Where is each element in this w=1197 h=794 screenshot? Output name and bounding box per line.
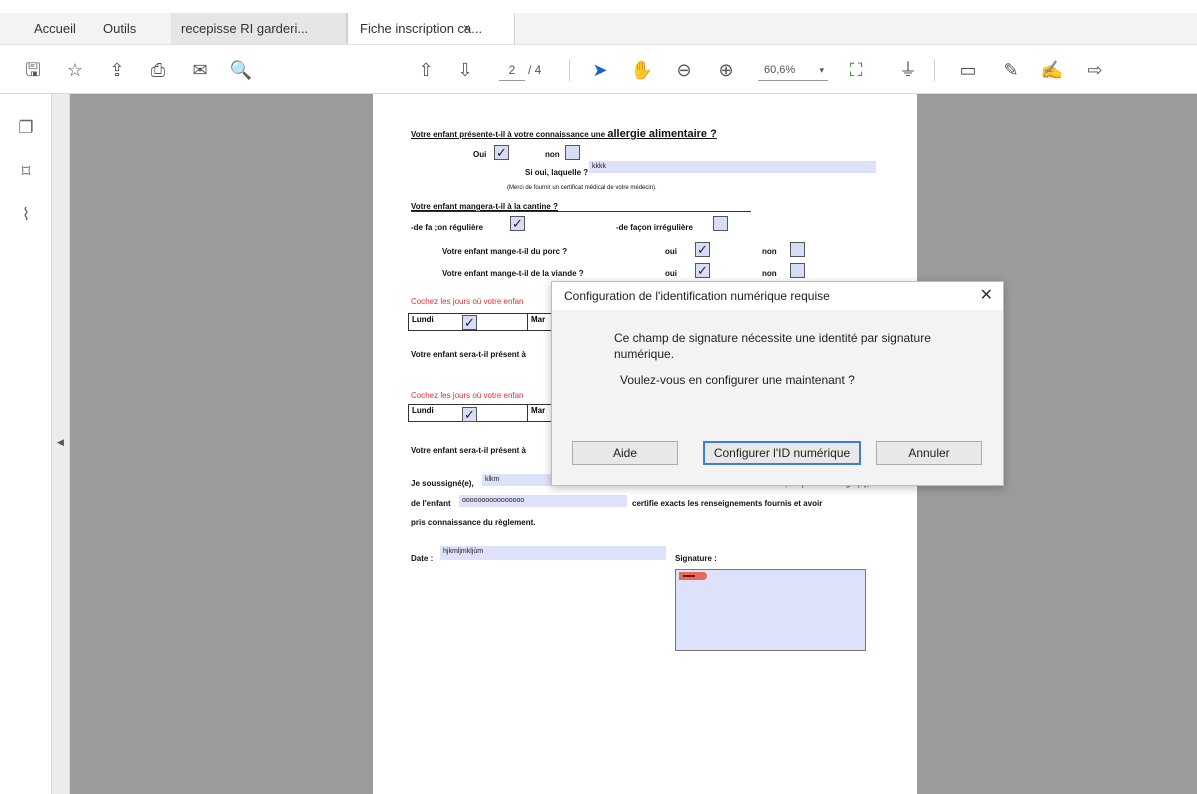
viande-question: Votre enfant mange-t-il de la viande ? <box>442 269 584 278</box>
toolbar: 🖫 ☆ ⇪ ⎙ ✉ 🔍 ⇧ ⇩ 2 / 4 ➤ ✋ ⊖ ⊕ 60,6% ▾ ⛶ … <box>0 44 1197 94</box>
tab-accueil[interactable]: Accueil <box>34 13 76 44</box>
sign-icon[interactable]: ✍ <box>1040 58 1064 82</box>
toolbar-divider <box>934 59 935 81</box>
lundi-checkbox-1[interactable]: ✓ <box>462 315 477 330</box>
cancel-button[interactable]: Annuler <box>876 441 982 465</box>
allergy-non-checkbox[interactable] <box>565 145 580 160</box>
tab-document-recepisse-label: recepisse RI garderi... <box>181 21 309 36</box>
left-navigation-rail: ❐ ⌑ ⌇ <box>0 94 52 794</box>
date-label: Date : <box>411 554 434 563</box>
day-label-lundi: Lundi <box>412 406 434 415</box>
save-icon[interactable]: 🖫 <box>21 58 45 82</box>
date-field[interactable]: hjkmljmkljùm <box>440 546 666 560</box>
viande-oui-label: oui <box>665 269 677 278</box>
measure-icon[interactable]: ⏚ <box>896 58 920 82</box>
signature-flag-icon <box>679 572 707 580</box>
configure-digital-id-button[interactable]: Configurer l'ID numérique <box>703 441 861 465</box>
allergy-oui-checkbox[interactable]: ✓ <box>494 145 509 160</box>
hand-tool-icon[interactable]: ✋ <box>630 58 654 82</box>
tab-document-fiche[interactable]: Fiche inscription ca... × <box>347 13 515 44</box>
zoom-out-icon[interactable]: ⊖ <box>672 58 696 82</box>
zoom-in-icon[interactable]: ⊕ <box>714 58 738 82</box>
irreguliere-checkbox[interactable] <box>713 216 728 231</box>
tab-document-recepisse[interactable]: recepisse RI garderi... <box>171 13 347 44</box>
allergy-question-prefix: Votre enfant présente-t-il à votre conna… <box>411 130 608 139</box>
allergy-which-field[interactable]: kkkk <box>589 161 876 173</box>
viande-non-label: non <box>762 269 777 278</box>
lundi-checkbox-2[interactable]: ✓ <box>462 407 477 422</box>
toolbar-divider <box>569 59 570 81</box>
comment-icon[interactable]: ▭ <box>956 58 980 82</box>
day-label-lundi: Lundi <box>412 315 434 324</box>
tab-close-icon[interactable]: × <box>463 13 470 44</box>
previous-page-icon[interactable]: ⇧ <box>414 58 438 82</box>
present-question-2: Votre enfant sera-t-il présent à <box>411 446 526 455</box>
viande-non-checkbox[interactable] <box>790 263 805 278</box>
de-enfant-label: de l'enfant <box>411 499 451 508</box>
certificat-note: (Merci de fournir un certificat médical … <box>507 185 657 191</box>
help-button[interactable]: Aide <box>572 441 678 465</box>
collapse-arrow-icon[interactable]: ◀ <box>57 437 64 448</box>
dialog-title-bar: Configuration de l'identification numéri… <box>552 282 1003 310</box>
dialog-message: Ce champ de signature nécessite une iden… <box>614 331 931 361</box>
allergy-non-label: non <box>545 150 560 159</box>
allergy-question: Votre enfant présente-t-il à votre conna… <box>411 128 717 140</box>
cochez-jours-1: Cochez les jours où votre enfan <box>411 297 524 306</box>
dialog-title: Configuration de l'identification numéri… <box>564 289 830 303</box>
select-pointer-icon[interactable]: ➤ <box>588 58 612 82</box>
zoom-level-select[interactable]: 60,6% ▾ <box>758 59 828 81</box>
porc-question: Votre enfant mange-t-il du porc ? <box>442 247 568 256</box>
day-label-mardi: Mar <box>531 406 546 415</box>
tab-bar: Accueil Outils recepisse RI garderi... F… <box>0 0 1197 44</box>
cochez-jours-2: Cochez les jours où votre enfan <box>411 391 524 400</box>
star-icon[interactable]: ☆ <box>63 58 87 82</box>
soussigne-label: Je soussigné(e), <box>411 479 474 488</box>
fit-page-icon[interactable]: ⛶ <box>844 58 868 82</box>
present-question-1: Votre enfant sera-t-il présent à <box>411 350 526 359</box>
reguliere-label: -de fa ;on régulière <box>411 223 484 232</box>
tab-bar-top <box>0 0 1197 13</box>
day-label-mardi: Mar <box>531 315 546 324</box>
certifie-text: certifie exacts les renseignements fourn… <box>632 499 823 508</box>
viande-oui-checkbox[interactable]: ✓ <box>695 263 710 278</box>
allergy-which-label: Si oui, laquelle ? <box>525 168 589 177</box>
signature-label: Signature : <box>675 554 717 563</box>
digital-id-dialog: Configuration de l'identification numéri… <box>551 281 1004 486</box>
porc-non-label: non <box>762 247 777 256</box>
page-thumbnails-icon[interactable]: ❐ <box>15 118 37 140</box>
chevron-down-icon: ▾ <box>819 65 824 75</box>
zoom-level-value: 60,6% <box>764 64 796 76</box>
upload-icon[interactable]: ⇪ <box>105 58 129 82</box>
pen-icon[interactable]: ✎ <box>999 58 1023 82</box>
panel-collapse-strip[interactable]: ◀ <box>52 94 70 794</box>
next-page-icon[interactable]: ⇩ <box>453 58 477 82</box>
porc-oui-checkbox[interactable]: ✓ <box>695 242 710 257</box>
print-icon[interactable]: ⎙ <box>146 58 170 82</box>
dialog-close-icon[interactable]: ✕ <box>980 282 993 310</box>
tab-outils[interactable]: Outils <box>103 13 136 44</box>
allergy-question-emphasis: allergie alimentaire ? <box>607 128 717 140</box>
mail-icon[interactable]: ✉ <box>188 58 212 82</box>
porc-non-checkbox[interactable] <box>790 242 805 257</box>
reglement-text: pris connaissance du règlement. <box>411 518 536 527</box>
divider-line <box>411 211 751 212</box>
signature-field[interactable] <box>675 569 866 651</box>
page-total: / 4 <box>528 63 542 77</box>
enfant-name-field[interactable]: oooooooooooooooo <box>459 495 627 507</box>
soussigne-field[interactable]: klkm <box>482 474 552 486</box>
dialog-question: Voulez-vous en configurer une maintenant… <box>620 373 855 387</box>
allergy-oui-label: Oui <box>473 150 487 159</box>
bookmark-icon[interactable]: ⌑ <box>15 162 37 184</box>
page-number-input[interactable]: 2 <box>499 59 525 81</box>
irreguliere-label: -de façon irrégulière <box>616 223 693 232</box>
share-icon[interactable]: ⇨ <box>1083 58 1107 82</box>
search-icon[interactable]: 🔍 <box>229 58 253 82</box>
cantine-question: Votre enfant mangera-t-il à la cantine ? <box>411 202 558 211</box>
reguliere-checkbox[interactable]: ✓ <box>510 216 525 231</box>
porc-oui-label: oui <box>665 247 677 256</box>
attachment-icon[interactable]: ⌇ <box>15 205 37 227</box>
